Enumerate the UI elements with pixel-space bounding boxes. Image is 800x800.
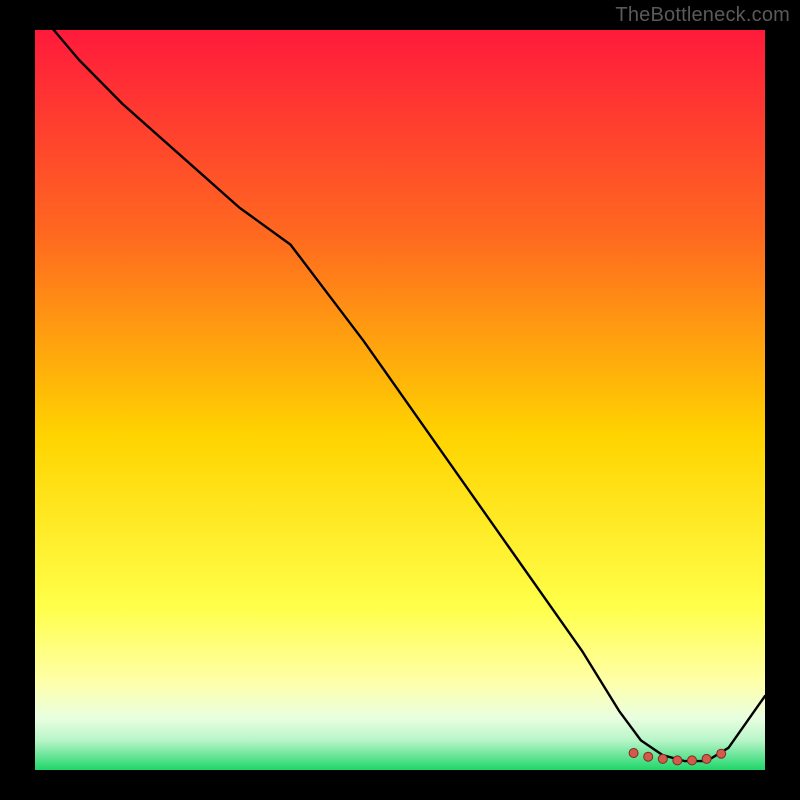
optimal-marker [717, 749, 726, 758]
watermark-text: TheBottleneck.com [615, 4, 790, 27]
chart-frame: TheBottleneck.com [0, 0, 800, 800]
plot-area [35, 30, 765, 770]
optimal-marker [658, 754, 667, 763]
gradient-background [35, 30, 765, 770]
optimal-marker [673, 756, 682, 765]
optimal-marker [702, 754, 711, 763]
optimal-marker [629, 749, 638, 758]
bottleneck-chart [35, 30, 765, 770]
optimal-marker [644, 752, 653, 761]
optimal-marker [688, 756, 697, 765]
